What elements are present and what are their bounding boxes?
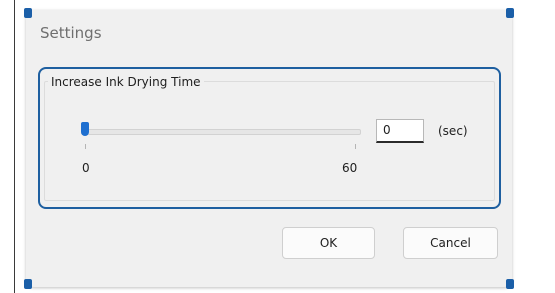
drying-time-slider-thumb[interactable] [81, 122, 89, 136]
slider-min-label: 0 [82, 161, 90, 175]
drying-time-slider-track[interactable] [81, 129, 361, 135]
dialog-title: Settings [40, 24, 102, 42]
slider-tick-max [355, 144, 356, 149]
ink-drying-label: Increase Ink Drying Time [48, 75, 204, 89]
window-edge [14, 0, 15, 293]
dialog-corner-accent [506, 279, 514, 289]
drying-time-input[interactable]: 0 [376, 119, 424, 143]
screen: Settings Increase Ink Drying Time 0 60 0… [0, 0, 555, 293]
ink-drying-fieldset [44, 81, 495, 201]
unit-label: (sec) [438, 124, 468, 138]
slider-max-label: 60 [342, 161, 358, 175]
ok-button[interactable]: OK [282, 227, 375, 259]
ink-drying-group: Increase Ink Drying Time [38, 67, 501, 209]
slider-tick-min [85, 144, 86, 149]
dialog-corner-accent [24, 279, 32, 289]
dialog-corner-accent [506, 8, 514, 18]
dialog-corner-accent [24, 8, 32, 18]
settings-dialog: Settings Increase Ink Drying Time 0 60 0… [24, 8, 514, 289]
cancel-button[interactable]: Cancel [403, 227, 498, 259]
